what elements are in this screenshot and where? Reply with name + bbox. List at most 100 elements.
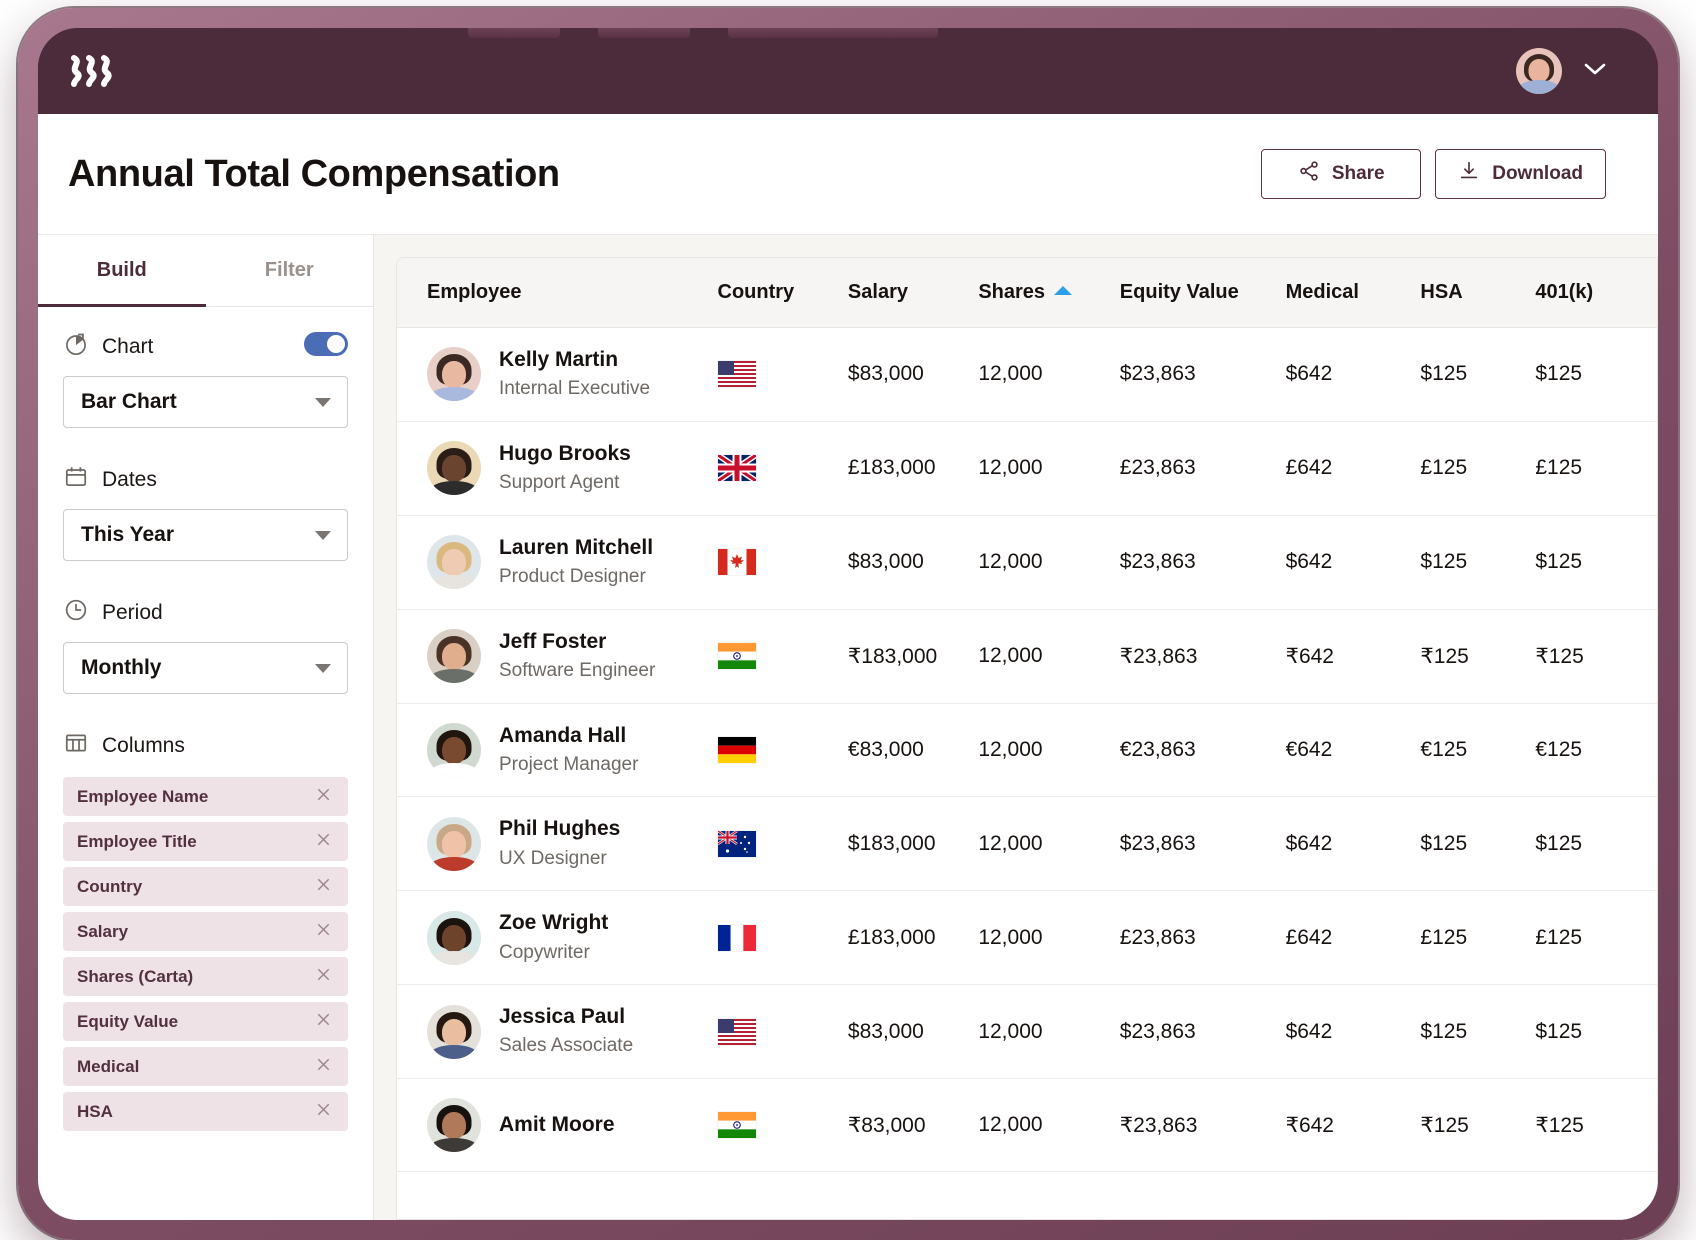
tab-filter[interactable]: Filter xyxy=(206,235,374,307)
table-header-salary[interactable]: Salary xyxy=(847,258,979,328)
sort-ascending-icon xyxy=(1054,286,1073,295)
column-chip[interactable]: Medical xyxy=(63,1047,348,1086)
shares-cell: 12,000 xyxy=(978,796,1120,892)
medical-cell: €642 xyxy=(1285,703,1421,798)
employee-cell: Amit Moore xyxy=(397,1078,718,1173)
table-header-employee[interactable]: Employee xyxy=(397,258,718,328)
hsa-cell: $125 xyxy=(1420,984,1536,1080)
table-header-label: Employee xyxy=(427,281,522,303)
download-button[interactable]: Download xyxy=(1435,149,1606,199)
device-button-3 xyxy=(728,28,938,38)
employee-title: Sales Associate xyxy=(499,1035,634,1057)
flag-icon-au xyxy=(717,830,756,857)
table-row[interactable]: Jessica Paul Sales Associate $83,000 12,000… xyxy=(397,984,1657,1080)
columns-chip-list: Employee Name Employee Title Country Salary… xyxy=(63,777,348,1131)
period-value: Monthly xyxy=(81,656,162,679)
employee-cell: Jeff Foster Software Engineer xyxy=(397,609,718,704)
medical-cell: $642 xyxy=(1285,796,1421,892)
period-select[interactable]: Monthly xyxy=(63,642,348,694)
employee-title: UX Designer xyxy=(499,847,607,869)
table-header-shares[interactable]: Shares xyxy=(978,258,1120,328)
table-header-country[interactable]: Country xyxy=(717,258,848,328)
employee-name: Jessica Paul xyxy=(499,1005,626,1029)
employee-name: Phil Hughes xyxy=(499,817,621,841)
table-header-label: Shares xyxy=(978,281,1046,303)
employee-cell: Jessica Paul Sales Associate xyxy=(397,984,718,1080)
table-row[interactable]: Jeff Foster Software Engineer ₹183,000 12,0… xyxy=(397,609,1657,704)
employee-cell: Lauren Mitchell Product Designer xyxy=(397,515,718,610)
device-button-2 xyxy=(598,28,690,38)
avatar[interactable] xyxy=(1516,48,1562,94)
chart-type-select[interactable]: Bar Chart xyxy=(63,376,348,428)
table-row[interactable]: Kelly Martin Internal Executive $83,000 12,… xyxy=(397,327,1657,422)
close-x-icon[interactable] xyxy=(314,830,333,853)
table-row[interactable]: Amanda Hall Project Manager €83,000 12,000 €… xyxy=(397,703,1657,798)
avatar xyxy=(427,816,481,871)
dates-label: Dates xyxy=(102,467,157,491)
tab-build[interactable]: Build xyxy=(38,235,206,307)
employee-name: Amit Moore xyxy=(499,1113,615,1136)
equity-value-cell: £23,863 xyxy=(1119,890,1286,986)
country-cell xyxy=(717,890,848,986)
table-row[interactable]: Hugo Brooks Support Agent £183,000 12,000 £2… xyxy=(397,421,1657,516)
chevron-down-icon xyxy=(315,663,331,673)
close-x-icon[interactable] xyxy=(314,920,333,943)
employee-name: Jeff Foster xyxy=(499,629,607,653)
page-header: Annual Total Compensation Share Download xyxy=(38,114,1658,235)
table-header-hsa[interactable]: HSA xyxy=(1420,258,1536,328)
medical-cell: £642 xyxy=(1285,421,1421,516)
table-row[interactable]: Amit Moore ₹83,000 12,000 ₹23,863 ₹642 ₹125 ₹1… xyxy=(397,1078,1657,1173)
pie-chart-icon xyxy=(63,331,89,362)
salary-cell: $183,000 xyxy=(847,796,979,892)
user-menu[interactable] xyxy=(1516,48,1606,94)
table-row[interactable]: Lauren Mitchell Product Designer $83,000 12… xyxy=(397,515,1657,610)
table-header-label: 401(k) xyxy=(1535,281,1594,303)
avatar xyxy=(427,535,481,590)
equity-value-cell: $23,863 xyxy=(1119,327,1286,422)
shares-cell: 12,000 xyxy=(978,703,1120,798)
share-button[interactable]: Share xyxy=(1261,149,1422,199)
column-chip[interactable]: Equity Value xyxy=(63,1002,348,1041)
table-row[interactable]: Phil Hughes UX Designer $183,000 12,000 $23,… xyxy=(397,796,1657,892)
salary-cell: €83,000 xyxy=(847,703,979,798)
employee-cell: Phil Hughes UX Designer xyxy=(397,796,718,892)
close-x-icon[interactable] xyxy=(314,965,333,988)
table-header-equity-value[interactable]: Equity Value xyxy=(1119,258,1286,328)
close-x-icon[interactable] xyxy=(314,785,333,808)
column-chip[interactable]: Shares (Carta) xyxy=(63,957,348,996)
table-row[interactable]: Zoe Wright Copywriter £183,000 12,000 £23,86… xyxy=(397,890,1657,986)
equity-value-cell: $23,863 xyxy=(1119,515,1286,610)
table-header-label: HSA xyxy=(1420,281,1463,303)
chevron-down-icon[interactable] xyxy=(1584,62,1606,81)
country-cell xyxy=(717,1078,848,1173)
k401-cell: £125 xyxy=(1535,421,1657,516)
shares-cell: 12,000 xyxy=(978,890,1120,986)
calendar-icon xyxy=(63,464,89,495)
medical-cell: $642 xyxy=(1285,984,1421,1080)
chart-toggle[interactable] xyxy=(304,332,348,356)
share-button-label: Share xyxy=(1331,163,1385,184)
equity-value-cell: ₹23,863 xyxy=(1119,609,1286,704)
k401-cell: ₹125 xyxy=(1535,1078,1657,1173)
build-panel: Chart Bar Chart Dates This Year Period M… xyxy=(38,307,373,1131)
table-header-401-k[interactable]: 401(k) xyxy=(1535,258,1657,328)
close-x-icon[interactable] xyxy=(314,1100,333,1123)
close-x-icon[interactable] xyxy=(314,1055,333,1078)
column-chip[interactable]: HSA xyxy=(63,1092,348,1131)
hsa-cell: €125 xyxy=(1420,703,1536,798)
medical-cell: ₹642 xyxy=(1285,609,1421,704)
hsa-cell: $125 xyxy=(1420,515,1536,610)
close-x-icon[interactable] xyxy=(314,875,333,898)
close-x-icon[interactable] xyxy=(314,1010,333,1033)
hsa-cell: ₹125 xyxy=(1420,1078,1536,1173)
brand-logo-icon[interactable] xyxy=(70,54,116,88)
header-actions: Share Download xyxy=(1261,149,1606,199)
column-chip[interactable]: Country xyxy=(63,867,348,906)
column-chip[interactable]: Employee Name xyxy=(63,777,348,816)
shares-cell: 12,000 xyxy=(978,984,1120,1080)
dates-select[interactable]: This Year xyxy=(63,509,348,561)
column-chip[interactable]: Salary xyxy=(63,912,348,951)
column-chip[interactable]: Employee Title xyxy=(63,822,348,861)
chart-field-label: Chart xyxy=(63,331,348,362)
table-header-medical[interactable]: Medical xyxy=(1285,258,1421,328)
